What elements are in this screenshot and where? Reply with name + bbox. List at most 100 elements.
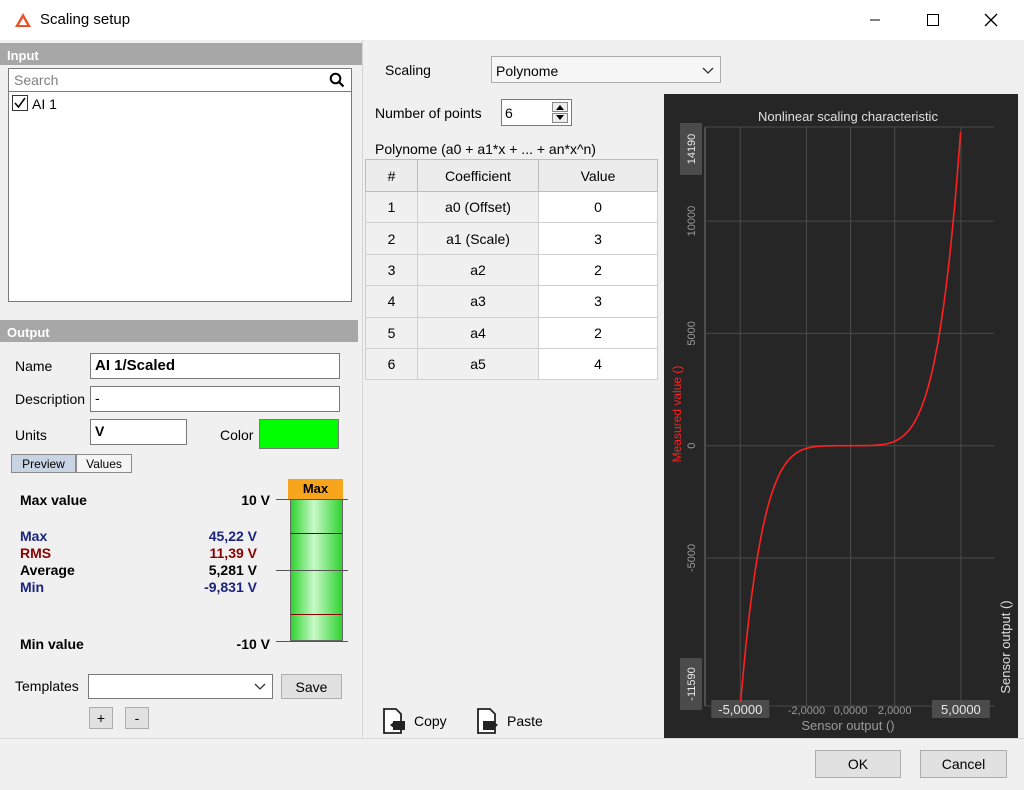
y-tick-label: 14190 xyxy=(686,134,698,165)
level-bar-rms-marker xyxy=(291,614,342,615)
ok-button[interactable]: OK xyxy=(815,750,901,778)
max-stat-label: Max xyxy=(20,528,48,544)
rms-stat-value: 11,39 V xyxy=(209,545,258,561)
row-index-cell: 2 xyxy=(365,222,418,255)
coefficient-value-cell[interactable]: 3 xyxy=(538,285,658,318)
channel-checkbox[interactable] xyxy=(12,95,28,111)
copy-button[interactable]: Copy xyxy=(380,706,447,736)
table-row[interactable]: 6 a5 4 xyxy=(365,347,658,381)
coefficient-name-cell: a4 xyxy=(417,316,539,349)
column-header[interactable]: Value xyxy=(538,159,658,192)
table-row[interactable]: 1 a0 (Offset) 0 xyxy=(365,190,658,224)
max-value-label: Max value xyxy=(20,492,87,508)
tab-preview[interactable]: Preview xyxy=(11,454,76,473)
coefficient-name-cell: a0 (Offset) xyxy=(417,190,539,224)
scaling-label: Scaling xyxy=(385,62,431,78)
x-tick-label: -5,0000 xyxy=(718,702,762,717)
table-row[interactable]: 3 a2 2 xyxy=(365,253,658,287)
triangle-up-icon xyxy=(556,105,564,110)
triangle-down-icon xyxy=(556,115,564,120)
checkmark-icon xyxy=(14,97,26,109)
units-field[interactable]: V xyxy=(90,419,187,445)
y-tick-label: 0 xyxy=(686,443,698,449)
table-row[interactable]: 4 a3 3 xyxy=(365,285,658,318)
maximize-button[interactable] xyxy=(904,0,962,40)
color-picker[interactable] xyxy=(259,419,339,449)
coefficient-name-cell: a2 xyxy=(417,253,539,287)
points-value: 6 xyxy=(505,105,513,121)
y-tick-label: -11590 xyxy=(686,667,698,700)
points-stepper[interactable]: 6 xyxy=(501,99,572,126)
description-label: Description xyxy=(15,391,86,407)
points-increment-button[interactable] xyxy=(552,102,568,112)
channel-label[interactable]: AI 1 xyxy=(32,96,57,112)
max-value: 10 V xyxy=(241,492,270,508)
search-input[interactable] xyxy=(12,71,312,89)
color-label: Color xyxy=(220,427,254,443)
coefficient-rows: 1 a0 (Offset) 0 2 a1 (Scale) 3 3 a2 2 4 a3 3 5 a4 2 6 a5… xyxy=(365,190,658,381)
y-axis-label: Measured value () xyxy=(670,366,684,463)
close-button[interactable] xyxy=(962,0,1020,40)
coefficient-name-cell: a5 xyxy=(417,347,539,381)
coefficient-value-cell[interactable]: 0 xyxy=(538,190,658,224)
rms-stat-label: RMS xyxy=(20,545,52,561)
min-stat-label: Min xyxy=(20,579,45,595)
cancel-button[interactable]: Cancel xyxy=(920,750,1007,778)
save-template-button[interactable]: Save xyxy=(281,674,342,699)
app-logo-icon xyxy=(15,13,31,27)
templates-select[interactable] xyxy=(88,674,273,699)
y-tick-label: 10000 xyxy=(686,206,698,237)
description-field[interactable]: - xyxy=(90,386,340,412)
coefficient-value-cell[interactable]: 3 xyxy=(538,222,658,255)
table-row[interactable]: 5 a4 2 xyxy=(365,316,658,349)
polynome-formula: Polynome (a0 + a1*x + ... + an*x^n) xyxy=(375,141,596,157)
table-row[interactable]: 2 a1 (Scale) 3 xyxy=(365,222,658,255)
tab-values[interactable]: Values xyxy=(76,454,132,473)
column-header[interactable]: Coefficient xyxy=(417,159,539,192)
window-title: Scaling setup xyxy=(40,11,131,28)
points-decrement-button[interactable] xyxy=(552,113,568,123)
copy-icon xyxy=(383,708,405,734)
min-stat-value: -9,831 V xyxy=(204,579,257,595)
points-label: Number of points xyxy=(375,105,482,121)
coefficient-value-cell[interactable]: 4 xyxy=(538,347,658,381)
max-stat-value: 45,22 V xyxy=(208,528,257,544)
add-template-button[interactable]: + xyxy=(89,707,113,729)
search-icon[interactable] xyxy=(329,72,345,88)
minimize-button[interactable] xyxy=(846,0,904,40)
chevron-down-icon xyxy=(254,683,266,690)
coefficient-table: # Coefficient Value 1 a0 (Offset) 0 2 a1 (Sc… xyxy=(365,159,658,381)
average-stat-value: 5,281 V xyxy=(208,562,257,578)
name-field[interactable]: AI 1/Scaled xyxy=(90,353,340,379)
y-tick-label: -5000 xyxy=(686,544,698,572)
level-bar-mid-tick xyxy=(276,570,348,571)
name-label: Name xyxy=(15,358,53,374)
row-index-cell: 5 xyxy=(365,316,418,349)
y-tick-label: 5000 xyxy=(686,321,698,345)
input-section-header: Input xyxy=(0,43,362,65)
footer-divider xyxy=(0,738,1024,739)
coefficient-name-cell: a3 xyxy=(417,285,539,318)
output-section-header: Output xyxy=(0,320,358,342)
average-stat-label: Average xyxy=(20,562,75,578)
level-bar-top-tick xyxy=(276,499,348,500)
row-index-cell: 1 xyxy=(365,190,418,224)
min-value: -10 V xyxy=(236,636,270,652)
chart-title: Nonlinear scaling characteristic xyxy=(758,109,938,124)
x-axis-label: Sensor output () xyxy=(801,718,894,733)
coefficient-value-cell[interactable]: 2 xyxy=(538,316,658,349)
input-channel-list: AI 1 xyxy=(8,92,352,302)
coefficient-value-cell[interactable]: 2 xyxy=(538,253,658,287)
units-label: Units xyxy=(15,427,47,443)
row-index-cell: 3 xyxy=(365,253,418,287)
secondary-axis-label: Sensor output () xyxy=(998,600,1013,693)
remove-template-button[interactable]: - xyxy=(125,707,149,729)
paste-button[interactable]: Paste xyxy=(474,706,544,736)
chart-svg: Nonlinear scaling characteristic 14190 10… xyxy=(670,109,1013,733)
x-tick-label: -2,0000 xyxy=(788,705,825,717)
paste-icon xyxy=(477,708,498,734)
scaling-type-select[interactable]: Polynome xyxy=(491,56,721,83)
maximize-icon xyxy=(927,14,939,26)
min-value-label: Min value xyxy=(20,636,84,652)
column-header[interactable]: # xyxy=(365,159,418,192)
